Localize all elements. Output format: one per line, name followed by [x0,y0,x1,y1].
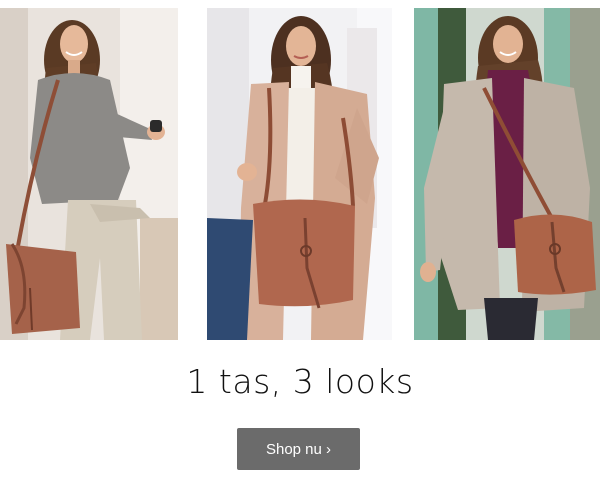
look-photo-casual[interactable] [0,8,178,340]
look-photo-parka[interactable] [414,8,600,340]
promo-headline: 1 tas, 3 looks [186,362,414,401]
look-photo-parka-image [414,8,600,340]
look-photo-casual-image [0,8,178,340]
look-photo-camel-coat[interactable] [207,8,392,340]
shop-now-button[interactable]: Shop nu › [237,428,360,470]
look-photo-camel-coat-image [207,8,392,340]
